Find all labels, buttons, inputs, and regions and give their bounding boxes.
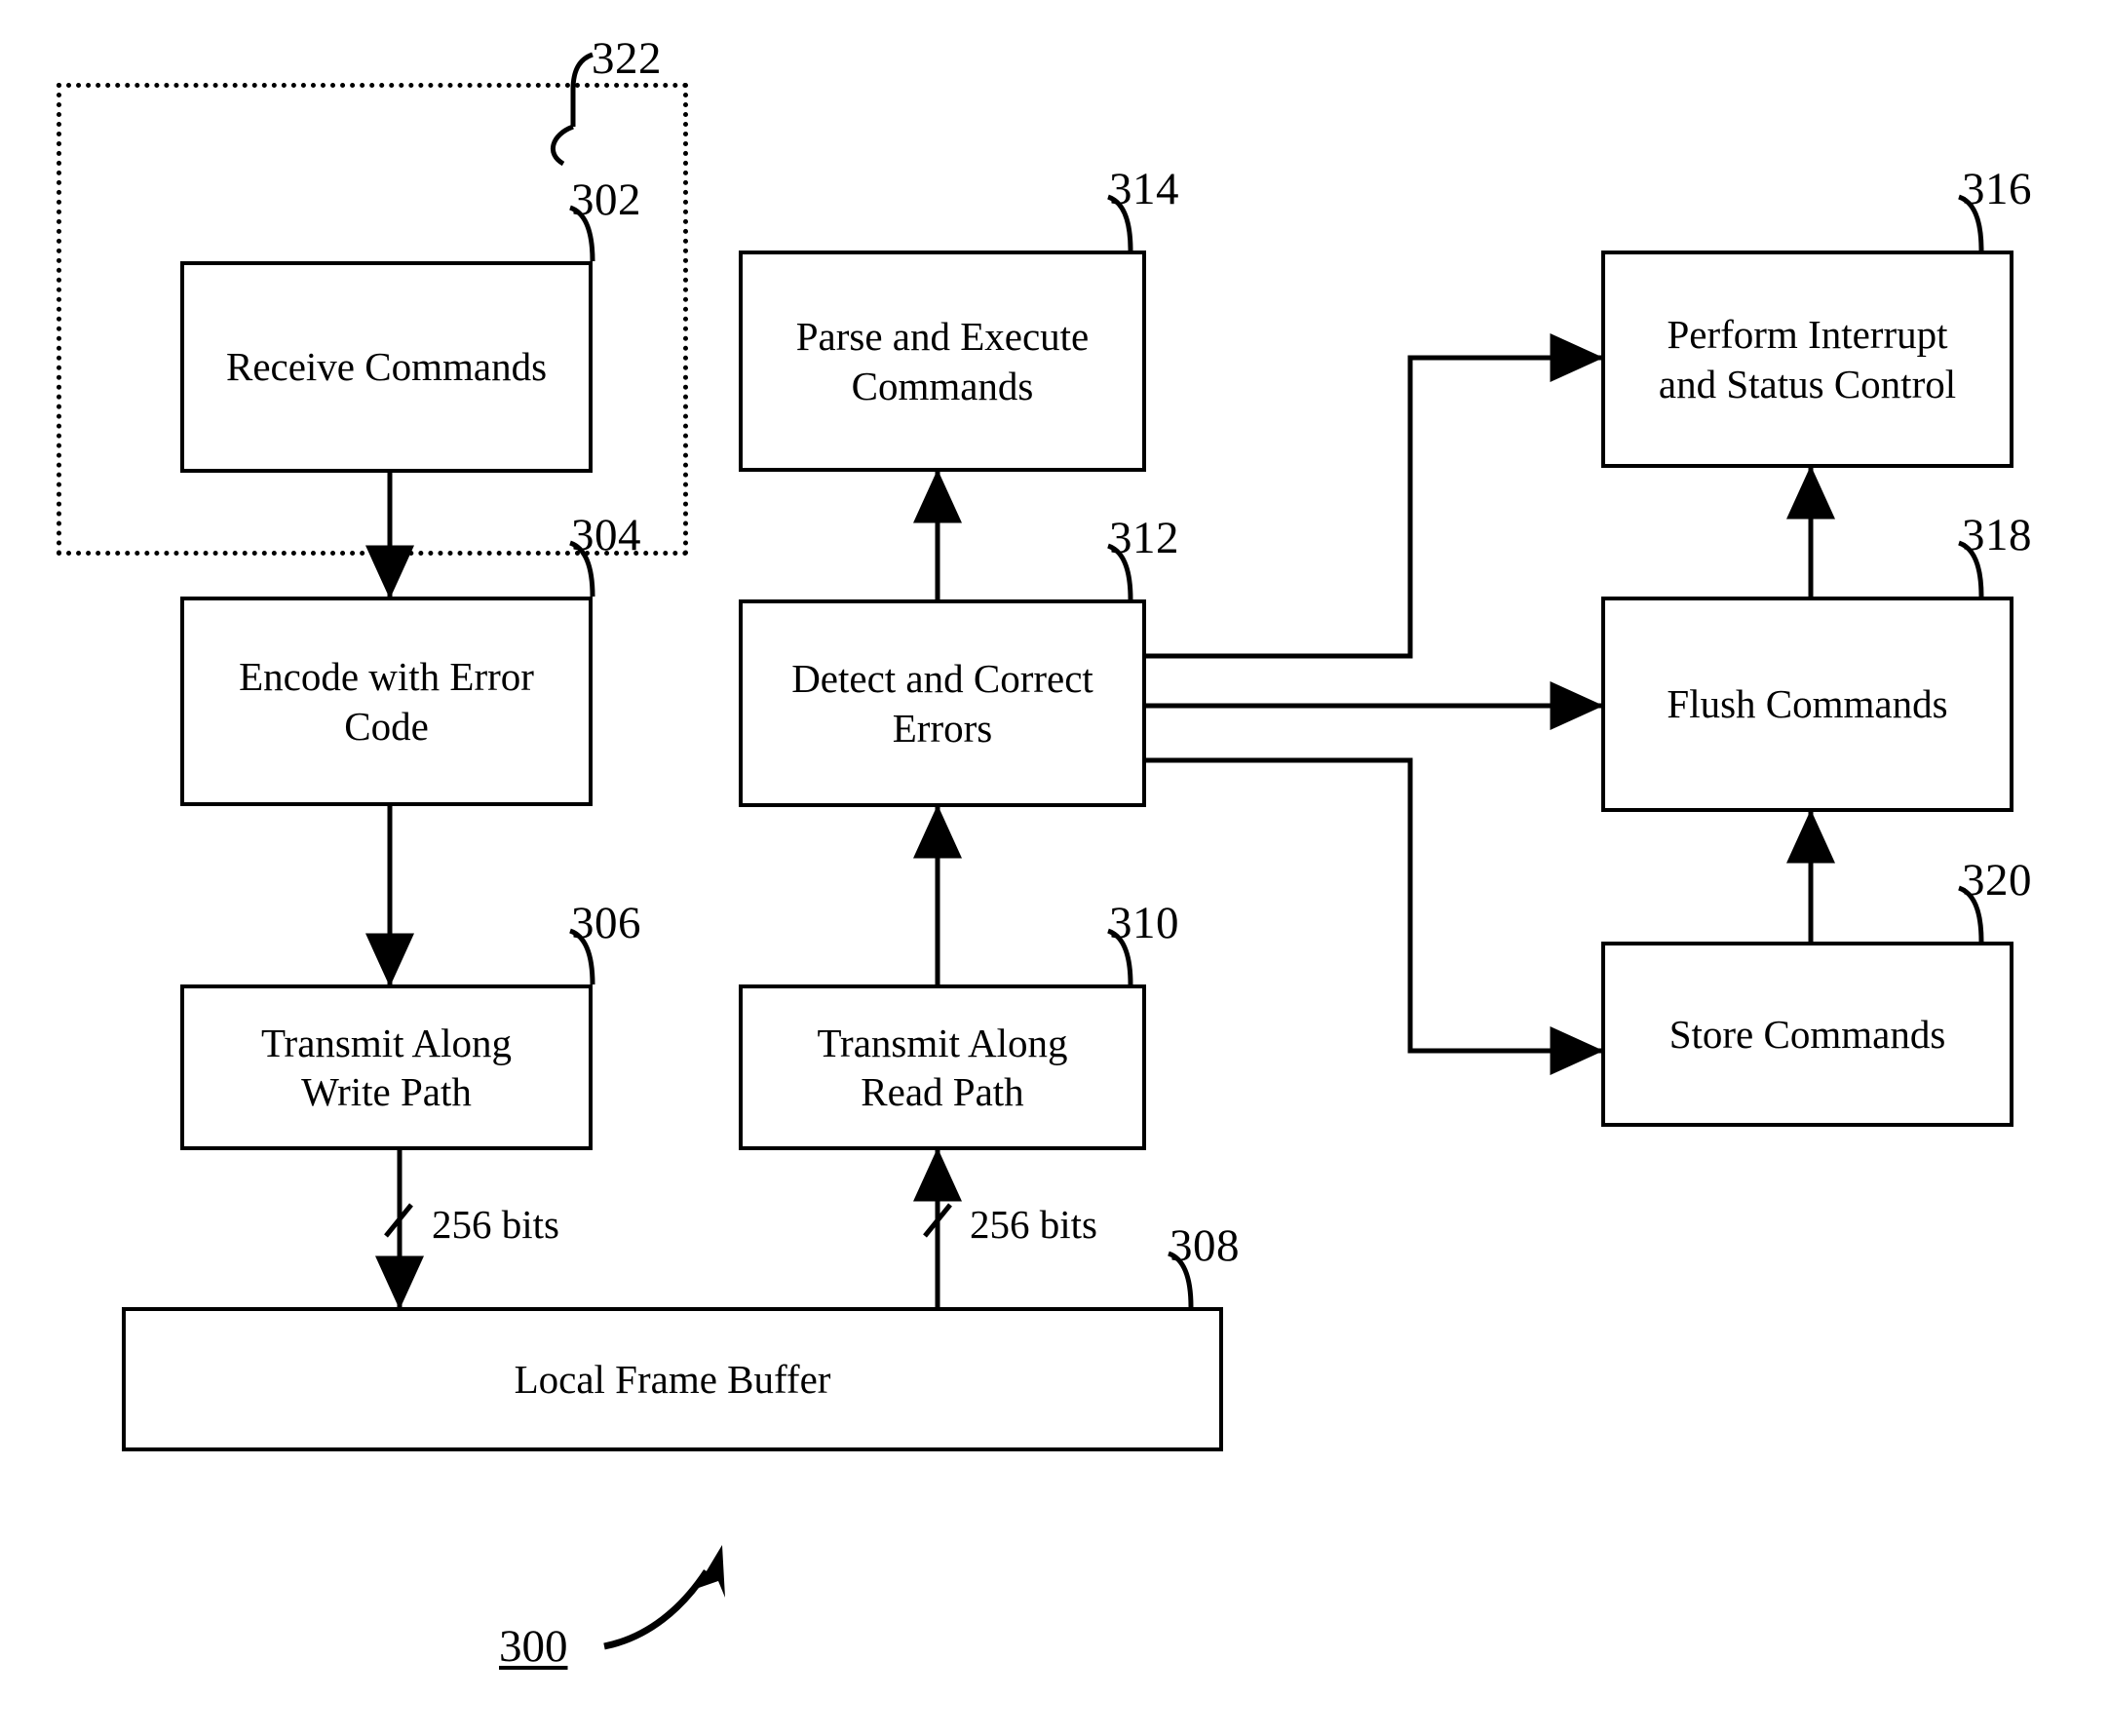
node-receive-commands[interactable]: Receive Commands	[180, 261, 593, 473]
refnum-314: 314	[1109, 164, 1179, 214]
node-label: Transmit Along Write Path	[260, 1020, 513, 1114]
refnum-304: 304	[571, 510, 641, 560]
refnum-322: 322	[592, 33, 662, 84]
node-store-commands[interactable]: Store Commands	[1601, 942, 2013, 1127]
node-transmit-along-read-path[interactable]: Transmit Along Read Path	[739, 984, 1146, 1150]
edge-label-write-bus: 256 bits	[432, 1202, 559, 1247]
node-label: Receive Commands	[225, 344, 548, 390]
refnum-308: 308	[1170, 1220, 1240, 1271]
node-label: Local Frame Buffer	[514, 1356, 831, 1402]
node-label: Transmit Along Read Path	[817, 1020, 1068, 1114]
node-detect-and-correct-errors[interactable]: Detect and Correct Errors	[739, 599, 1146, 807]
node-local-frame-buffer[interactable]: Local Frame Buffer	[122, 1307, 1223, 1451]
node-label: Flush Commands	[1667, 681, 1948, 727]
refnum-316: 316	[1962, 164, 2032, 214]
refnum-318: 318	[1962, 510, 2032, 560]
refnum-302: 302	[571, 174, 641, 225]
refnum-306: 306	[571, 898, 641, 948]
node-perform-interrupt-and-status-control[interactable]: Perform Interrupt and Status Control	[1601, 251, 2013, 468]
refnum-320: 320	[1962, 855, 2032, 906]
node-label: Store Commands	[1668, 1011, 1946, 1057]
refnum-310: 310	[1109, 898, 1179, 948]
edge-label-read-bus: 256 bits	[970, 1202, 1097, 1247]
node-label: Detect and Correct Errors	[791, 656, 1093, 751]
node-flush-commands[interactable]: Flush Commands	[1601, 597, 2013, 812]
node-label: Encode with Error Code	[239, 654, 534, 749]
node-label: Perform Interrupt and Status Control	[1658, 312, 1957, 406]
figure-canvas: Receive Commands 302 Encode with Error C…	[0, 0, 2109, 1736]
node-encode-with-error-code[interactable]: Encode with Error Code	[180, 597, 593, 806]
node-label: Parse and Execute Commands	[795, 314, 1090, 408]
figure-tag-300: 300	[499, 1621, 568, 1672]
node-transmit-along-write-path[interactable]: Transmit Along Write Path	[180, 984, 593, 1150]
node-parse-and-execute-commands[interactable]: Parse and Execute Commands	[739, 251, 1146, 472]
refnum-312: 312	[1109, 513, 1179, 563]
